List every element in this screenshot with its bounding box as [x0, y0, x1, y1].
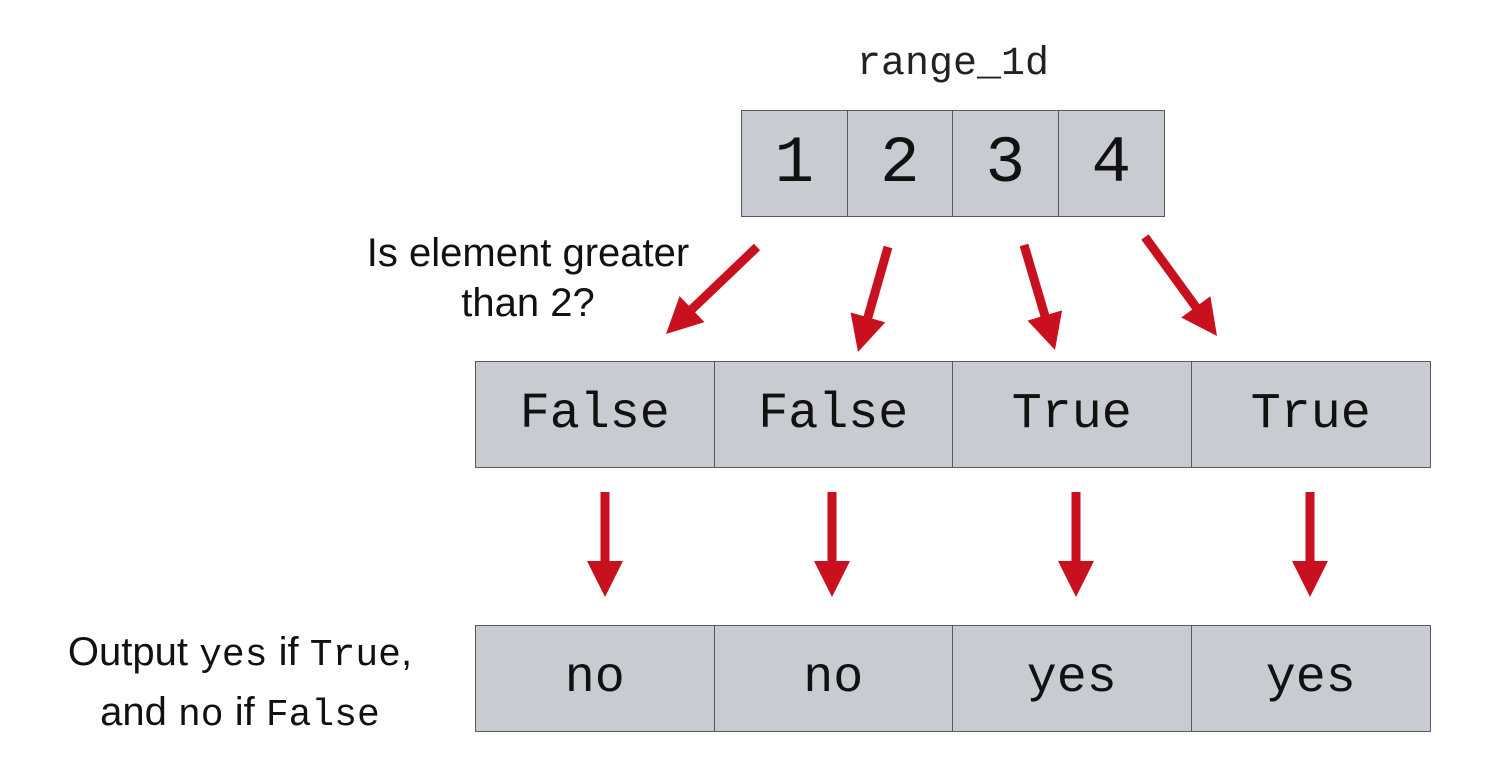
arrow-down-icon [666, 243, 761, 334]
arrow-shape [587, 492, 623, 597]
arrow-down-icon [1141, 234, 1217, 336]
arrow-shape [1019, 243, 1063, 350]
arrow-shape [850, 245, 893, 352]
arrows-layer [587, 234, 1328, 597]
arrow-down-icon [587, 492, 623, 597]
arrow-down-icon [1292, 492, 1328, 597]
arrow-shape [1141, 234, 1217, 336]
arrow-shape [1058, 492, 1094, 597]
arrow-down-icon [1019, 243, 1063, 350]
arrow-down-icon [1058, 492, 1094, 597]
arrow-shape [814, 492, 850, 597]
arrow-down-icon [814, 492, 850, 597]
arrow-shape [666, 243, 761, 334]
arrow-down-icon [850, 245, 893, 352]
arrow-shape [1292, 492, 1328, 597]
